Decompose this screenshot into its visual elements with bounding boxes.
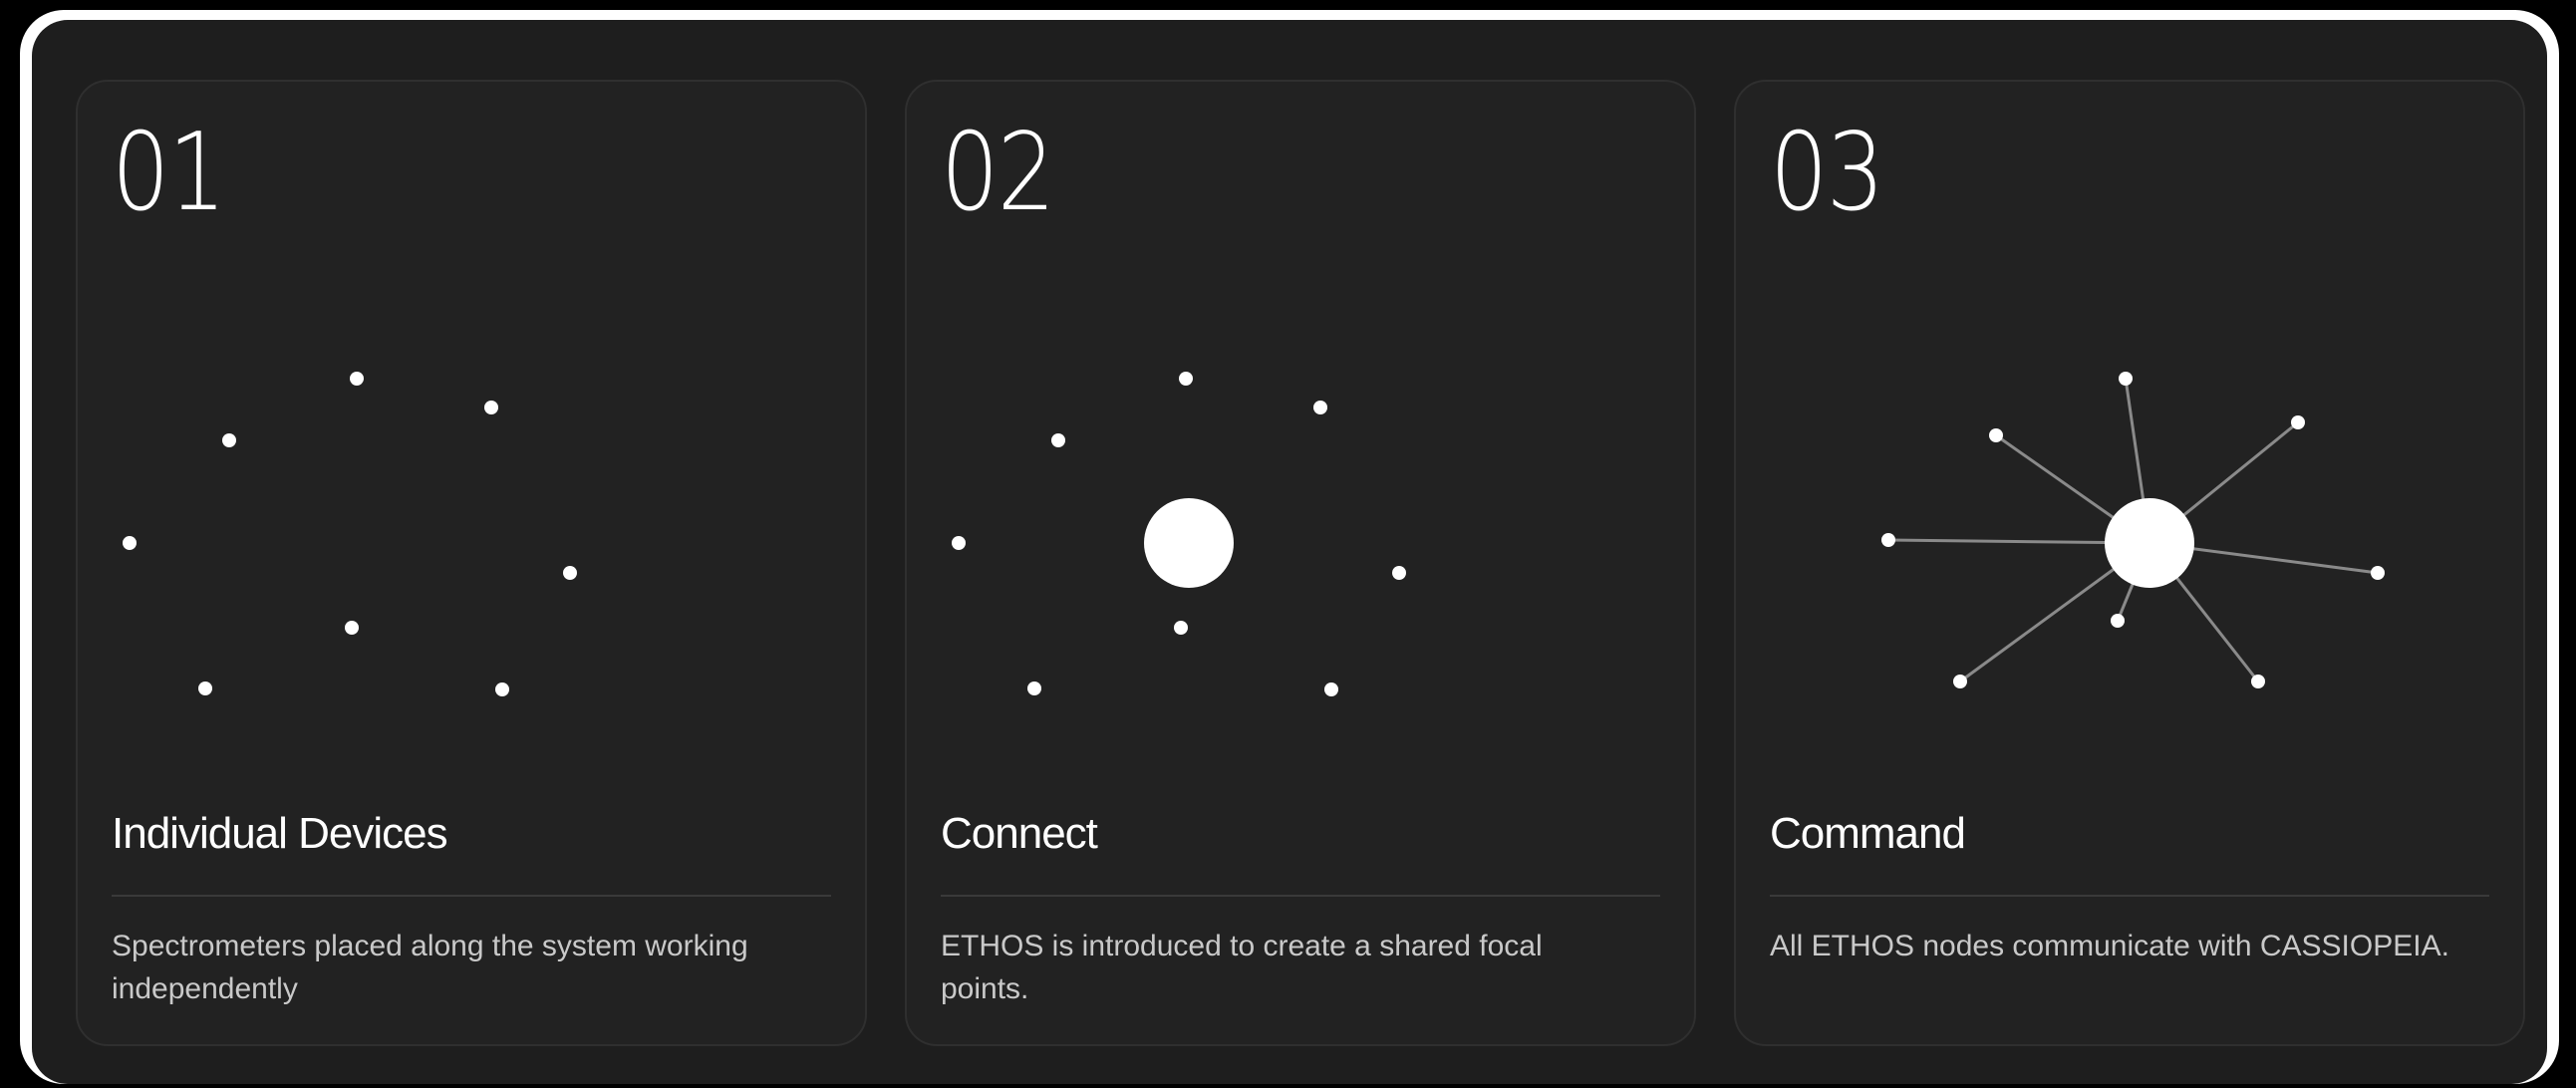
node <box>2111 614 2125 628</box>
nodes-with-hub-graphic <box>952 372 1406 696</box>
node <box>1392 566 1406 580</box>
scattered-nodes-graphic <box>123 372 577 696</box>
divider <box>1770 895 2489 897</box>
node <box>345 621 359 635</box>
step-description: Spectrometers placed along the system wo… <box>112 930 748 1005</box>
node <box>198 681 212 695</box>
node <box>2119 372 2133 386</box>
step-title: Command <box>1770 809 1966 858</box>
step-description: All ETHOS nodes communicate with CASSIOP… <box>1770 930 2449 962</box>
step-title: Individual Devices <box>112 809 448 858</box>
step-number: 01 <box>112 111 226 235</box>
step-card-command: 03 Command All ETHOS nodes communicate w… <box>1734 80 2525 1046</box>
node <box>1881 533 1895 547</box>
step-card-connect: 02 Connect ETHOS is introduced to create… <box>905 80 1696 1046</box>
step-number: 02 <box>941 111 1055 235</box>
node <box>123 536 137 550</box>
hub-node <box>2105 498 2194 588</box>
step-card-individual-devices: 01 Individual Devices Spectrometers plac… <box>76 80 867 1046</box>
node <box>2291 415 2305 429</box>
node <box>1051 433 1065 447</box>
node <box>1324 682 1338 696</box>
node <box>1179 372 1193 386</box>
node <box>2371 566 2385 580</box>
node <box>1953 675 1967 688</box>
node <box>1027 681 1041 695</box>
divider <box>941 895 1660 897</box>
node <box>495 682 509 696</box>
node <box>350 372 364 386</box>
node <box>1174 621 1188 635</box>
node <box>222 433 236 447</box>
node <box>484 401 498 414</box>
steps-panel: 01 Individual Devices Spectrometers plac… <box>32 20 2547 1084</box>
node <box>1989 428 2003 442</box>
divider <box>112 895 831 897</box>
connected-hub-graphic <box>1881 372 2385 688</box>
step-description: ETHOS is introduced to create a shared f… <box>941 930 1543 1005</box>
node <box>2251 675 2265 688</box>
step-title: Connect <box>941 809 1098 858</box>
step-number: 03 <box>1770 111 1884 235</box>
node <box>563 566 577 580</box>
node <box>1313 401 1327 414</box>
hub-node <box>1144 498 1234 588</box>
node <box>952 536 966 550</box>
